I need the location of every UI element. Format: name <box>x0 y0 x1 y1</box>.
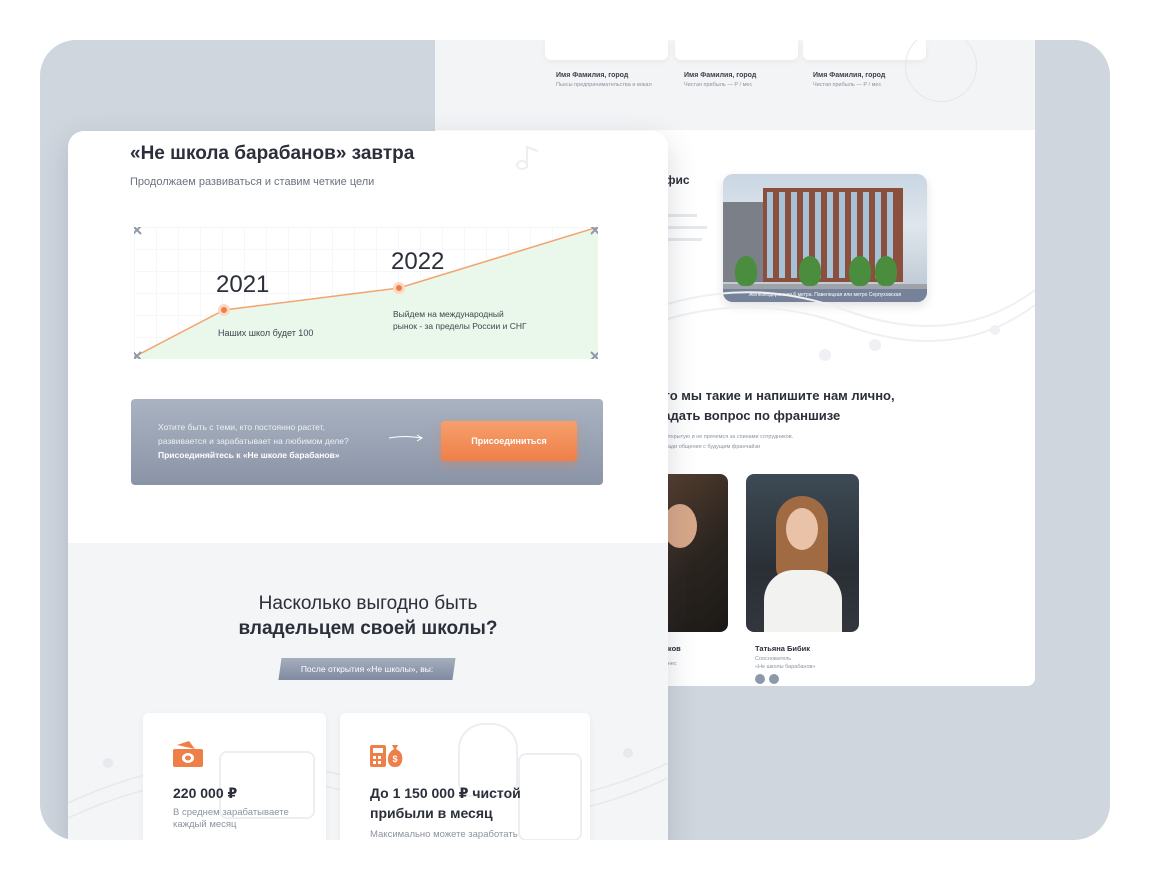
testimonial-name: Имя Фамилия, город <box>813 72 886 79</box>
arrow-right-icon <box>389 434 423 442</box>
section-title-bold: владельцем своей школы? <box>238 618 498 639</box>
music-notes-decoration <box>624 289 1035 361</box>
profit-desc: В среднем зарабатываете <box>173 807 289 818</box>
timeline-chart <box>134 227 598 359</box>
money-icon <box>173 741 203 767</box>
join-button[interactable]: Присоединиться <box>441 421 577 461</box>
profit-value: До 1 150 000 ₽ чистой <box>370 785 521 801</box>
testimonials-section: Имя Фамилия, город Имя Фамилия, город Им… <box>435 40 1035 130</box>
profit-value: 220 000 ₽ <box>173 785 238 801</box>
calculator-icon: $ <box>370 745 403 767</box>
join-text-line: Присоединяйтесь к «Не школе барабанов» <box>158 450 340 460</box>
profit-desc: Максимально можете заработать <box>370 829 518 840</box>
music-note-icon <box>516 145 539 170</box>
testimonial-name: Имя Фамилия, город <box>684 72 757 79</box>
testimonial-sub: Чистая прибыль — Р / мес <box>684 82 753 88</box>
social-icon[interactable] <box>755 674 765 684</box>
profit-card: 220 000 ₽ В среднем зарабатываете каждый… <box>143 713 326 840</box>
person-photo <box>746 474 859 632</box>
testimonial-card <box>675 40 798 60</box>
join-text-line: Хотите быть с теми, кто постоянно растет… <box>158 422 325 432</box>
testimonial-sub: Пьесы предпринимательства и вокал <box>556 82 652 88</box>
team-title-line: кто мы такие и напишите нам лично, <box>657 388 895 403</box>
timeline-point-2022 <box>393 282 405 294</box>
page-subtitle: Продолжаем развиваться и ставим четкие ц… <box>130 176 375 188</box>
mockup-frame: Имя Фамилия, город Имя Фамилия, город Им… <box>40 40 1110 840</box>
team-title: кто мы такие и напишите нам лично, задат… <box>657 386 895 426</box>
page-title: «Не школа барабанов» завтра <box>130 143 415 164</box>
profit-value: прибыли в месяц <box>370 805 493 821</box>
front-page: «Не школа барабанов» завтра Продолжаем р… <box>68 131 668 840</box>
testimonial-name: Имя Фамилия, город <box>556 72 629 79</box>
timeline-point-2021 <box>218 304 230 316</box>
team-description: да ради общения с будущим франчайзи <box>657 444 761 450</box>
section-title: Насколько выгодно быть <box>258 593 478 614</box>
timeline-note: Наших школ будет 100 <box>218 328 314 338</box>
timeline-note: Выйдем на международный рынок - за преде… <box>393 308 543 332</box>
join-text: Хотите быть с теми, кто постоянно растет… <box>158 420 378 462</box>
social-icon[interactable] <box>769 674 779 684</box>
person-role: Сооснователь <box>755 656 792 662</box>
subtitle-pill-label: После открытия «Не школы», вы: <box>300 664 434 674</box>
svg-text:$: $ <box>392 754 397 764</box>
join-banner: Хотите быть с теми, кто постоянно растет… <box>131 399 603 485</box>
testimonial-card <box>545 40 668 60</box>
person-role: «Не школы барабанов» <box>755 664 816 670</box>
person-name: Татьяна Бибик <box>755 644 811 653</box>
join-text-line: развивается и зарабатывает на любимом де… <box>158 436 349 446</box>
profit-card: $ До 1 150 000 ₽ чистой прибыли в месяц … <box>340 713 590 840</box>
profit-desc: каждый месяц <box>173 819 237 830</box>
timeline-year: 2022 <box>391 248 445 275</box>
timeline-note-line: Выйдем на международный <box>393 309 504 319</box>
drum-decoration <box>905 40 977 102</box>
ghost-calculator-icon <box>518 753 582 840</box>
testimonial-sub: Чистая прибыль — Р / мес <box>813 82 882 88</box>
timeline-year: 2021 <box>216 271 270 298</box>
team-title-line: задать вопрос по франшизе <box>657 408 841 423</box>
timeline-note-line: рынок - за пределы России и СНГ <box>393 321 527 331</box>
office-title: фис <box>665 173 690 187</box>
team-description: с в открытую и не прячемся за спинами со… <box>657 434 794 440</box>
